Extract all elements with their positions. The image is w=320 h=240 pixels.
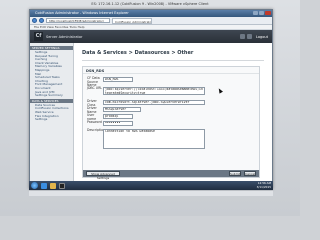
host-window-title: ES: 172.16.1.12 (ColdFusion 9 - Win2008)… [91,2,209,6]
header-actions: Logout [240,34,268,39]
datasource-form-panel: DSN_RDS CF Data Source Name DSN_RDS JDBC… [82,66,260,180]
forward-icon[interactable] [39,18,44,23]
back-icon[interactable] [32,18,37,23]
sidebar-section-server-settings[interactable]: SERVER SETTINGS [30,46,73,50]
browser-tab[interactable]: ColdFusion Administrator [112,17,152,24]
form-actions: Show Advanced Settings Submit Cancel [83,170,259,180]
row-description: Description Connection to RDS Database [87,128,205,149]
row-password: Password •••••••• [87,120,133,126]
browser-toolbar: http://localhost/CFIDE/administrator/ Co… [30,17,272,25]
admin-title: Server Administrator [46,34,83,39]
maximize-button[interactable] [259,11,264,15]
start-button-icon[interactable] [31,182,38,189]
windows-taskbar: 12:56 AM 3/11/2015 [29,181,273,190]
password-field[interactable]: •••••••• [103,121,133,126]
logout-link[interactable]: Logout [256,35,268,39]
jdbc-url-label: JDBC URL [87,86,103,90]
admin-layout: SERVER SETTINGS Settings Request Tuning … [30,43,272,188]
sidebar-item-data-settings[interactable]: Settings [30,118,73,122]
home-icon[interactable] [240,34,246,39]
datasource-name-field[interactable]: DSN_RDS [103,77,133,82]
command-prompt-icon[interactable] [59,182,65,189]
minimize-button[interactable] [253,11,258,15]
close-button[interactable] [265,11,271,15]
host-status-bar [29,191,273,196]
description-textarea[interactable]: Connection to RDS Database [103,129,205,149]
sidebar-section-data-services[interactable]: DATA & SERVICES [30,98,73,103]
main-content: Data & Services > Datasources > Other DS… [74,43,272,188]
row-jdbc-url: JDBC URL jdbc:sqlserver://localhost:1433… [87,86,205,95]
folder-icon[interactable] [50,182,56,189]
submit-button[interactable]: Submit [229,171,241,176]
window-title: ColdFusion Administrator - Windows Inter… [35,11,129,15]
password-label: Password [87,120,102,124]
description-label: Description [87,128,106,132]
divider [82,60,264,61]
clock-date: 3/11/2015 [256,184,271,189]
page-title: Data & Services > Datasources > Other [82,50,194,56]
show-advanced-settings-button[interactable]: Show Advanced Settings [86,171,120,180]
driver-name-field[interactable]: MSSQLServer [103,107,141,112]
panel-title: DSN_RDS [83,67,259,74]
vm-browser-window: ColdFusion Administrator - Windows Inter… [29,9,273,189]
user-name-field[interactable]: prodsql [103,114,133,119]
internet-explorer-icon[interactable] [41,182,47,189]
window-titlebar: ColdFusion Administrator - Windows Inter… [30,10,272,17]
coldfusion-logo: Cf [34,32,43,41]
cancel-button[interactable]: Cancel [244,171,256,176]
taskbar-clock[interactable]: 12:56 AM 3/11/2015 [256,182,271,189]
sidebar: SERVER SETTINGS Settings Request Tuning … [30,43,74,188]
desktop: ES: 172.16.1.12 (ColdFusion 9 - Win2008)… [0,0,300,216]
help-icon[interactable] [247,34,253,39]
jdbc-url-field[interactable]: jdbc:sqlserver://localhost:1433;database… [103,87,205,95]
sidebar-item-settings-summary[interactable]: Settings Summary [30,94,73,98]
cf-admin-header: Cf Server Administrator Logout [30,30,272,43]
address-bar[interactable]: http://localhost/CFIDE/administrator/ [46,18,110,23]
driver-class-field[interactable]: com.microsoft.sqlserver.jdbc.SQLServerDr… [103,100,205,105]
